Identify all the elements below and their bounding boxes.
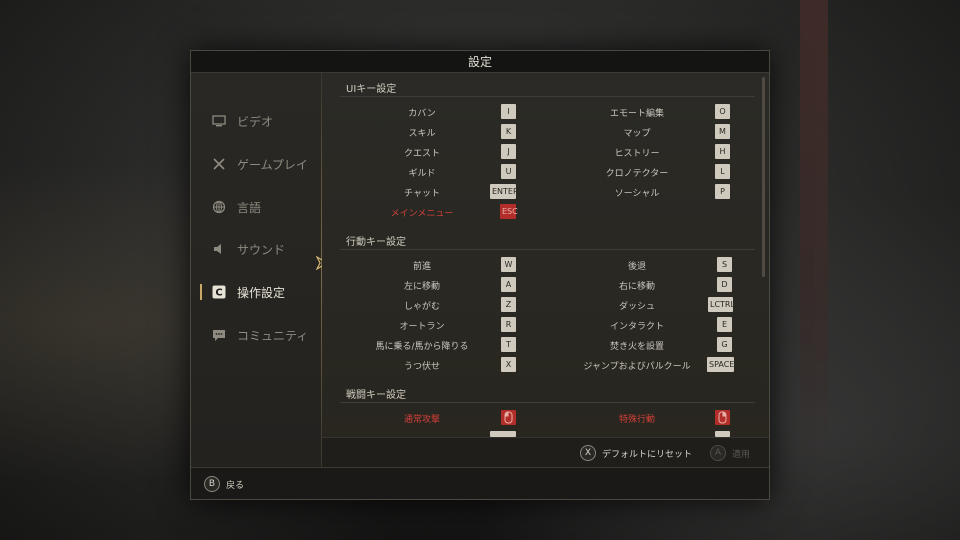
bind-label: 左に移動	[403, 282, 440, 292]
key-binding[interactable]: G	[717, 337, 732, 352]
bind-label: ギルド	[408, 169, 436, 179]
sidebar-item-label: ビデオ	[237, 114, 274, 129]
bind-label: クエスト	[403, 149, 440, 159]
sidebar-item-sound[interactable]: サウンド	[191, 237, 321, 261]
section-title-combat: 戦闘キー設定	[346, 390, 406, 401]
apply-label: 適用	[732, 449, 751, 460]
key-binding[interactable]: H	[715, 144, 730, 159]
chat-bubble-icon	[211, 327, 227, 343]
sidebar-item-language[interactable]: 言語	[191, 195, 321, 219]
bind-label: しゃがむ	[403, 302, 440, 312]
section-title-movement: 行動キー設定	[346, 237, 406, 248]
key-binding[interactable]: I	[501, 104, 516, 119]
bind-label: 馬に乗る/馬から降りる	[375, 342, 469, 352]
back-button[interactable]: B 戻る	[204, 476, 244, 492]
section-divider	[340, 96, 755, 97]
action-bar: X デフォルトにリセット A 適用	[322, 437, 769, 467]
mouse-left-icon	[501, 410, 516, 425]
bind-label: スキル	[408, 129, 436, 139]
key-binding[interactable]: E	[717, 317, 732, 332]
section-divider	[340, 402, 755, 403]
bind-label: 前進	[412, 262, 431, 272]
keybind-panel[interactable]: UIキー設定 カバン I エモート編集 O スキル K マップ M クエスト J…	[322, 73, 769, 437]
bind-label: 右に移動	[618, 282, 655, 292]
section-title-ui: UIキー設定	[346, 84, 397, 95]
bind-label: チャット	[404, 189, 440, 199]
key-binding-locked: ESC	[500, 204, 518, 219]
bind-label: 焚き火を設置	[609, 342, 664, 352]
key-binding[interactable]: U	[501, 164, 516, 179]
sidebar-item-label: コミュニティ	[237, 328, 309, 343]
settings-window: 設定 ビデオ ゲームプレイ 言語 サウンド C 操作設定 コミュニティ UIキー…	[190, 50, 770, 500]
bind-label: うつ伏せ	[403, 362, 440, 372]
key-binding[interactable]: Z	[501, 297, 516, 312]
bind-label: インタラクト	[609, 322, 664, 332]
key-binding[interactable]: J	[501, 144, 516, 159]
key-binding[interactable]: X	[501, 357, 516, 372]
sidebar-item-label: サウンド	[237, 242, 286, 257]
reset-default-button[interactable]: X デフォルトにリセット	[580, 445, 692, 461]
controls-c-icon: C	[211, 284, 227, 300]
bind-label: ジャンプおよびパルクール	[583, 362, 691, 372]
sidebar-item-controls[interactable]: C 操作設定	[191, 280, 321, 304]
sidebar-item-gameplay[interactable]: ゲームプレイ	[191, 152, 321, 176]
bottom-bar: B 戻る	[191, 467, 769, 499]
key-binding[interactable]: T	[501, 337, 516, 352]
bind-label: マップ	[623, 129, 651, 139]
key-binding[interactable]: SPACE	[707, 357, 734, 372]
bind-label-basic-attack: 通常攻撃	[403, 415, 440, 425]
bind-label: クロノテクター	[605, 169, 669, 179]
scrollbar[interactable]	[762, 77, 765, 277]
bind-label: ダッシュ	[618, 302, 655, 312]
bind-label: エモート編集	[609, 109, 664, 119]
key-binding[interactable]: L	[715, 164, 730, 179]
bind-label: カバン	[408, 109, 436, 119]
speaker-icon	[211, 241, 227, 257]
bind-label: オートラン	[399, 322, 445, 332]
key-binding[interactable]: S	[717, 257, 732, 272]
sidebar-item-label: 操作設定	[237, 285, 286, 300]
apply-button[interactable]: A 適用	[710, 445, 750, 461]
background-tower	[800, 0, 828, 470]
globe-icon	[211, 199, 227, 215]
section-divider	[340, 249, 755, 250]
bind-label-special-action: 特殊行動	[618, 415, 655, 425]
key-binding[interactable]: O	[715, 104, 730, 119]
reset-default-label: デフォルトにリセット	[602, 449, 693, 460]
key-binding[interactable]: K	[501, 124, 516, 139]
window-title: 設定	[191, 51, 769, 73]
svg-text:C: C	[215, 288, 222, 299]
key-binding[interactable]: LCTRL	[708, 297, 735, 312]
bind-label: ヒストリー	[614, 149, 660, 159]
key-binding[interactable]: M	[715, 124, 730, 139]
bind-label: 後退	[627, 262, 646, 272]
key-binding[interactable]: R	[501, 317, 516, 332]
bind-label-main-menu: メインメニュー	[390, 209, 454, 219]
monitor-icon	[211, 113, 227, 129]
active-marker	[200, 284, 202, 300]
x-button-icon: X	[580, 445, 596, 461]
sidebar-item-label: 言語	[237, 200, 262, 215]
key-binding[interactable]: A	[501, 277, 516, 292]
b-button-icon: B	[204, 476, 220, 492]
key-binding[interactable]: P	[715, 184, 730, 199]
sidebar: ビデオ ゲームプレイ 言語 サウンド C 操作設定 コミュニティ	[191, 73, 321, 467]
sidebar-item-community[interactable]: コミュニティ	[191, 323, 321, 347]
back-label: 戻る	[226, 480, 245, 491]
key-binding[interactable]: W	[501, 257, 516, 272]
key-binding[interactable]: D	[717, 277, 732, 292]
key-binding[interactable]: ENTER	[490, 184, 519, 199]
sidebar-item-video[interactable]: ビデオ	[191, 109, 321, 133]
mouse-right-icon	[715, 410, 730, 425]
bind-label: ソーシャル	[614, 189, 660, 199]
sidebar-item-label: ゲームプレイ	[237, 157, 308, 172]
a-button-icon: A	[710, 445, 726, 461]
crossed-swords-icon	[211, 156, 227, 172]
